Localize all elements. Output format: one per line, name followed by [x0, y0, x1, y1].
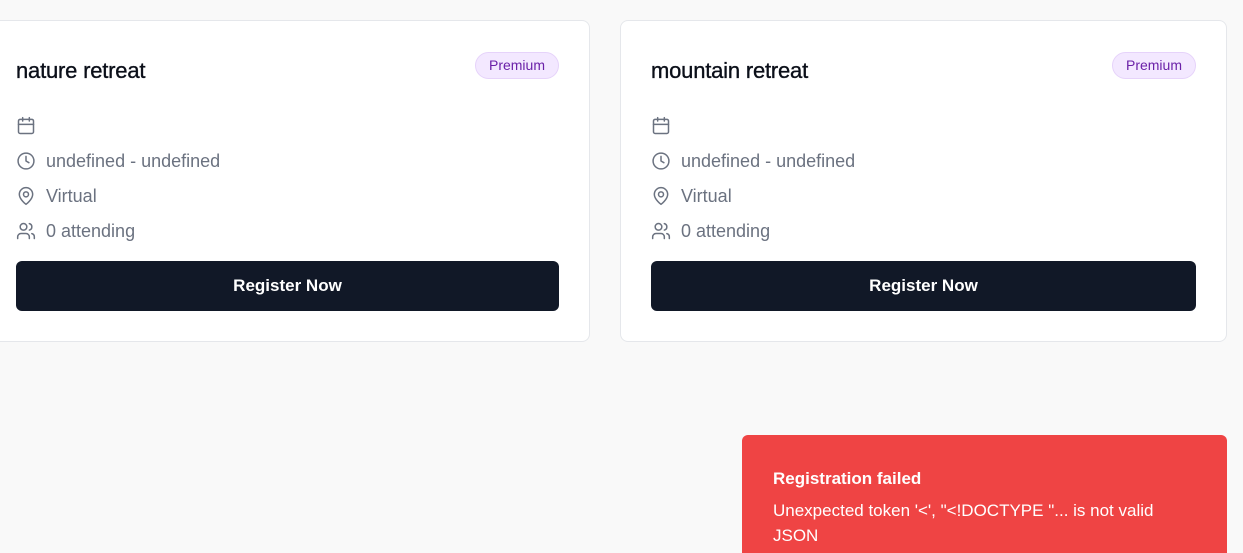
map-pin-icon: [16, 186, 36, 206]
event-attendees-text: 0 attending: [681, 220, 771, 241]
register-now-button[interactable]: Register Now: [651, 261, 1196, 311]
clock-icon: [16, 151, 36, 171]
event-location: Virtual: [651, 184, 732, 208]
event-time: undefined - undefined: [651, 149, 855, 173]
events-page: nature retreat Premium undefined - undef…: [0, 0, 1243, 553]
event-location-text: Virtual: [46, 185, 97, 206]
event-title: mountain retreat: [651, 58, 809, 83]
event-date: [16, 114, 46, 138]
users-icon: [651, 221, 671, 241]
event-location: Virtual: [16, 184, 97, 208]
toast-title: Registration failed: [773, 469, 922, 488]
event-attendees: 0 attending: [16, 219, 135, 243]
error-toast[interactable]: Registration failed Unexpected token '<'…: [742, 435, 1227, 553]
users-icon: [16, 221, 36, 241]
calendar-icon: [16, 116, 36, 136]
event-card: mountain retreat Premium undefined - und…: [620, 20, 1227, 342]
premium-badge: Premium: [1111, 52, 1196, 79]
clock-icon: [651, 151, 671, 171]
event-time-text: undefined - undefined: [681, 150, 856, 171]
calendar-icon: [651, 116, 671, 136]
event-card: nature retreat Premium undefined - undef…: [0, 20, 590, 342]
event-date: [651, 114, 681, 138]
toast-description: Unexpected token '<', "<!DOCTYPE "... is…: [773, 501, 1154, 545]
premium-badge: Premium: [474, 52, 559, 79]
event-attendees: 0 attending: [651, 219, 770, 243]
event-attendees-text: 0 attending: [46, 220, 136, 241]
event-time: undefined - undefined: [16, 149, 220, 173]
map-pin-icon: [651, 186, 671, 206]
event-title: nature retreat: [16, 58, 146, 83]
register-now-button[interactable]: Register Now: [16, 261, 559, 311]
event-time-text: undefined - undefined: [46, 150, 221, 171]
event-location-text: Virtual: [681, 185, 732, 206]
